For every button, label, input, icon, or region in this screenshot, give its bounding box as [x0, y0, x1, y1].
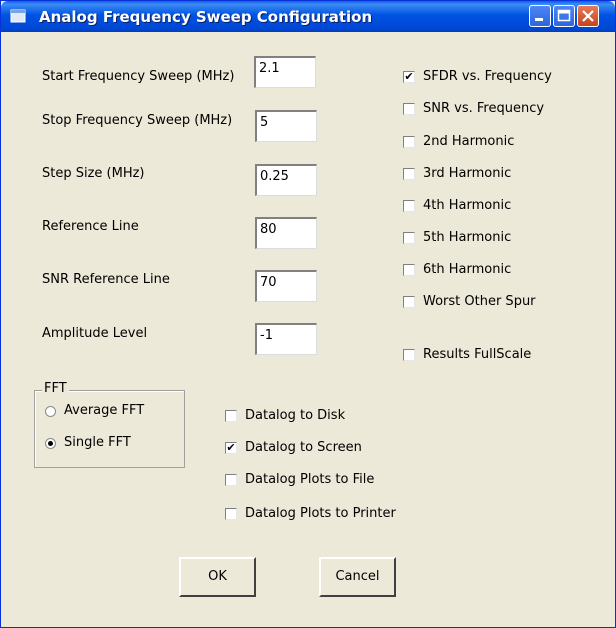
dialog-window: Analog Frequency Sweep Configuration Sta…	[0, 0, 616, 628]
radio-average-fft[interactable]: Average FFT	[45, 403, 175, 421]
snr-reference-line-label: SNR Reference Line	[42, 272, 170, 287]
radio-label: Single FFT	[64, 435, 131, 450]
minimize-icon	[535, 18, 543, 21]
checkbox-box	[403, 296, 415, 308]
ok-button[interactable]: OK	[179, 557, 256, 597]
snr-reference-line-input[interactable]: 70	[255, 270, 317, 302]
close-icon	[582, 10, 594, 22]
checkbox-box	[403, 168, 415, 180]
checkbox-box	[225, 474, 237, 486]
reference-line-input[interactable]: 80	[255, 217, 317, 249]
checkbox-box	[403, 264, 415, 276]
radio-button-icon	[45, 438, 56, 449]
close-button[interactable]	[577, 5, 599, 27]
maximize-icon	[557, 9, 571, 22]
check-icon: ✔	[403, 70, 415, 83]
checkbox-box	[225, 508, 237, 520]
checkbox-box	[403, 136, 415, 148]
checkbox-label: SFDR vs. Frequency	[423, 69, 552, 84]
app-icon	[10, 9, 26, 23]
checkbox-label: 6th Harmonic	[423, 262, 512, 277]
radio-label: Average FFT	[64, 403, 145, 418]
start-frequency-label: Start Frequency Sweep (MHz)	[42, 69, 235, 84]
reference-line-label: Reference Line	[42, 219, 139, 234]
checkbox-label: Worst Other Spur	[423, 294, 536, 309]
checkbox-box	[403, 103, 415, 115]
start-frequency-input[interactable]: 2.1	[254, 56, 316, 88]
checkbox-label: 5th Harmonic	[423, 230, 512, 245]
checkbox-label: 3rd Harmonic	[423, 166, 512, 181]
radio-selected-dot	[48, 441, 53, 446]
stop-frequency-input[interactable]: 5	[255, 110, 317, 142]
checkbox-label: Datalog Plots to Printer	[245, 506, 396, 521]
stop-frequency-label: Stop Frequency Sweep (MHz)	[42, 113, 233, 128]
minimize-button[interactable]	[529, 5, 551, 27]
fft-groupbox	[34, 390, 185, 468]
checkbox-box	[403, 349, 415, 361]
window-title: Analog Frequency Sweep Configuration	[39, 8, 373, 26]
checkbox-label: SNR vs. Frequency	[423, 101, 545, 116]
checkbox-label: 4th Harmonic	[423, 198, 512, 213]
radio-button-icon	[45, 406, 56, 417]
checkbox-box	[403, 232, 415, 244]
checkbox-box	[225, 410, 237, 422]
radio-single-fft[interactable]: Single FFT	[45, 435, 175, 453]
checkbox-label: 2nd Harmonic	[423, 134, 515, 149]
maximize-button[interactable]	[553, 5, 575, 27]
amplitude-level-label: Amplitude Level	[42, 326, 148, 341]
checkbox-box	[403, 200, 415, 212]
title-bar[interactable]: Analog Frequency Sweep Configuration	[1, 1, 615, 32]
checkbox-label: Datalog to Screen	[245, 440, 362, 455]
amplitude-level-input[interactable]: -1	[255, 323, 317, 355]
cancel-button[interactable]: Cancel	[319, 557, 396, 597]
step-size-label: Step Size (MHz)	[42, 166, 145, 181]
checkbox-label: Datalog to Disk	[245, 408, 346, 423]
fft-group-title: FFT	[42, 381, 69, 396]
checkbox-label: Datalog Plots to File	[245, 472, 375, 487]
checkbox-label: Results FullScale	[423, 347, 532, 362]
step-size-input[interactable]: 0.25	[255, 164, 317, 196]
check-icon: ✔	[225, 441, 237, 454]
